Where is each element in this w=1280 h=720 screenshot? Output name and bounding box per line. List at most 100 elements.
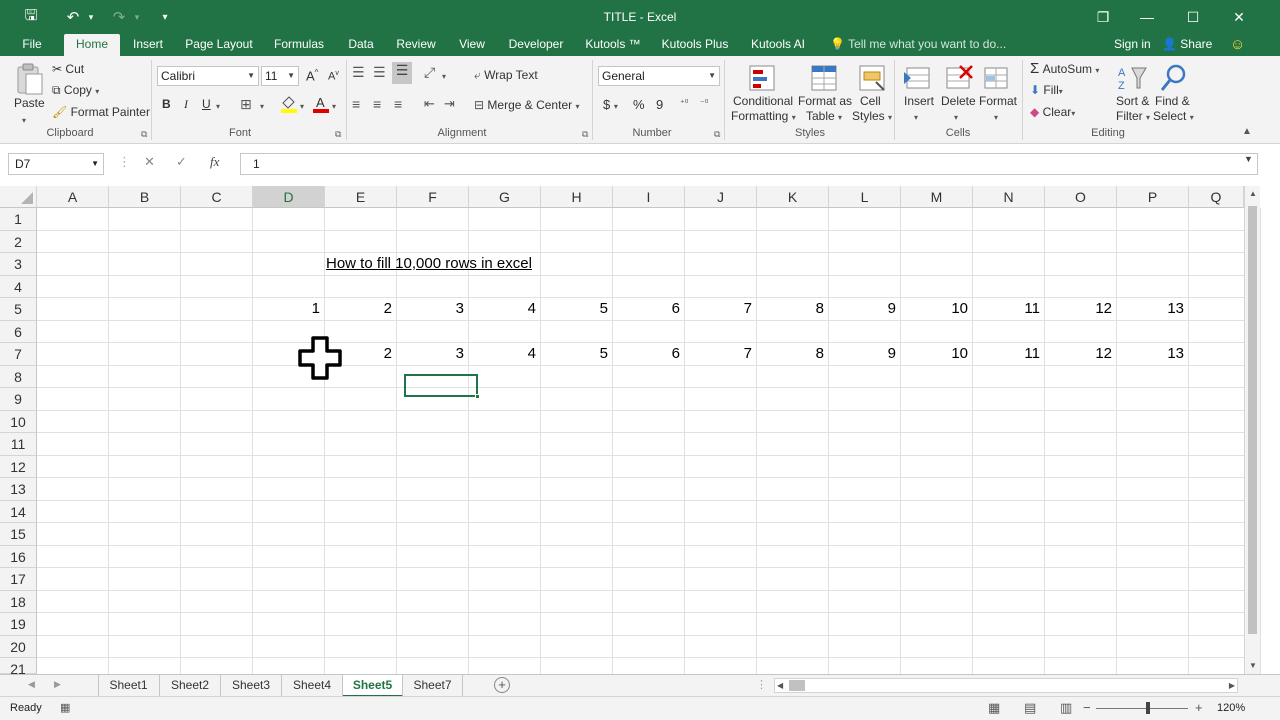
- smiley-feedback-icon[interactable]: ☺: [1230, 34, 1245, 56]
- column-header-d[interactable]: D: [253, 186, 325, 208]
- scroll-sheets-right-icon[interactable]: ▶: [54, 679, 61, 690]
- delete-cells-icon[interactable]: [942, 62, 976, 96]
- tab-insert[interactable]: Insert: [126, 34, 170, 56]
- scroll-right-icon[interactable]: ▶: [1229, 679, 1235, 692]
- row-header-3[interactable]: 3: [0, 253, 37, 276]
- name-box[interactable]: D7 ▼: [8, 153, 104, 175]
- format-as-label[interactable]: Format as: [798, 94, 852, 108]
- cell-value[interactable]: 3: [397, 298, 469, 320]
- minimize-button[interactable]: —: [1124, 0, 1170, 34]
- column-header-a[interactable]: A: [37, 186, 109, 208]
- cell-value[interactable]: 11: [973, 343, 1045, 365]
- fill-button[interactable]: ⬇ Fill▾: [1030, 83, 1063, 97]
- scroll-left-icon[interactable]: ◀: [777, 679, 783, 692]
- title-cell-text[interactable]: How to fill 10,000 rows in excel: [326, 253, 532, 275]
- row-header-5[interactable]: 5: [0, 298, 37, 321]
- row-header-12[interactable]: 12: [0, 455, 37, 478]
- tab-kutools-ai[interactable]: Kutools AI: [744, 34, 812, 56]
- zoom-slider-thumb[interactable]: [1146, 702, 1150, 714]
- vertical-scroll-thumb[interactable]: [1248, 206, 1257, 634]
- column-header-q[interactable]: Q: [1189, 186, 1244, 208]
- bold-button[interactable]: B: [162, 97, 171, 111]
- merge-center-button[interactable]: ⊟ Merge & Center ▾: [474, 98, 579, 112]
- bottom-align-icon[interactable]: ☰: [392, 62, 412, 84]
- scroll-up-icon[interactable]: ▲: [1245, 186, 1261, 202]
- italic-button[interactable]: I: [184, 97, 188, 112]
- page-break-view-icon[interactable]: ▥: [1060, 700, 1072, 716]
- cell-value[interactable]: 2: [325, 298, 397, 320]
- sheet-tab-sheet5[interactable]: Sheet5: [343, 675, 403, 697]
- cell-value[interactable]: 13: [1117, 343, 1189, 365]
- column-header-g[interactable]: G: [469, 186, 541, 208]
- zoom-out-button[interactable]: −: [1083, 700, 1091, 715]
- select-label[interactable]: Select ▾: [1153, 109, 1194, 123]
- share-button[interactable]: 👤 Share: [1162, 34, 1212, 56]
- tab-kutools[interactable]: Kutools ™: [580, 34, 646, 56]
- cell-value[interactable]: 3: [397, 343, 469, 365]
- orientation-dropdown-icon[interactable]: ▾: [442, 68, 446, 82]
- fill-color-icon[interactable]: [280, 94, 298, 114]
- formatting-label[interactable]: Formatting ▾: [731, 109, 796, 123]
- cell-value[interactable]: 6: [613, 298, 685, 320]
- tab-kutools-plus[interactable]: Kutools Plus: [658, 34, 732, 56]
- row-header-13[interactable]: 13: [0, 478, 37, 501]
- expand-formula-bar-icon[interactable]: ▼: [1244, 154, 1253, 164]
- row-header-14[interactable]: 14: [0, 500, 37, 523]
- row-header-17[interactable]: 17: [0, 568, 37, 591]
- format-label[interactable]: Format: [979, 94, 1017, 108]
- orientation-icon[interactable]: ⤢: [424, 64, 435, 81]
- sheet-tab-sheet7[interactable]: Sheet7: [403, 675, 463, 697]
- clipboard-launcher-icon[interactable]: ⧉: [141, 129, 147, 140]
- delete-dropdown-icon[interactable]: ▾: [954, 109, 958, 123]
- tab-page-layout[interactable]: Page Layout: [182, 34, 256, 56]
- underline-button[interactable]: U: [202, 97, 211, 111]
- format-cells-icon[interactable]: [980, 62, 1014, 96]
- cell-value[interactable]: 7: [685, 343, 757, 365]
- cell-styles-icon[interactable]: [856, 62, 890, 96]
- font-launcher-icon[interactable]: ⧉: [335, 129, 341, 140]
- row-header-18[interactable]: 18: [0, 590, 37, 613]
- page-layout-view-icon[interactable]: ▤: [1024, 700, 1036, 716]
- cell-styles-label[interactable]: Styles ▾: [852, 109, 892, 123]
- cell-value[interactable]: 8: [757, 343, 829, 365]
- grow-font-button[interactable]: A^: [306, 68, 318, 83]
- row-header-8[interactable]: 8: [0, 365, 37, 388]
- tab-view[interactable]: View: [452, 34, 492, 56]
- font-name-select[interactable]: Calibri ▼: [157, 66, 259, 86]
- vertical-scrollbar[interactable]: ▲ ▼: [1244, 186, 1260, 674]
- row-header-4[interactable]: 4: [0, 275, 37, 298]
- fill-handle[interactable]: [475, 394, 480, 399]
- wrap-text-button[interactable]: ⤶ Wrap Text: [474, 68, 538, 83]
- conditional-formatting-label[interactable]: Conditional: [733, 94, 793, 108]
- maximize-button[interactable]: ☐: [1170, 0, 1216, 34]
- sheet-tab-sheet2[interactable]: Sheet2: [160, 675, 221, 697]
- borders-dropdown-icon[interactable]: ▾: [260, 98, 264, 112]
- align-right-icon[interactable]: ≡: [394, 96, 402, 112]
- insert-label[interactable]: Insert: [904, 94, 934, 108]
- row-header-20[interactable]: 20: [0, 635, 37, 658]
- column-header-h[interactable]: H: [541, 186, 613, 208]
- row-header-2[interactable]: 2: [0, 230, 37, 253]
- collapse-ribbon-icon[interactable]: ▲: [1242, 126, 1252, 137]
- decrease-indent-icon[interactable]: ⇤: [424, 96, 435, 112]
- table-label[interactable]: Table ▾: [806, 109, 842, 123]
- tab-review[interactable]: Review: [392, 34, 440, 56]
- column-header-o[interactable]: O: [1045, 186, 1117, 208]
- column-header-i[interactable]: I: [613, 186, 685, 208]
- comma-format-button[interactable]: 9: [656, 97, 663, 112]
- select-all-corner[interactable]: [0, 186, 37, 208]
- row-header-11[interactable]: 11: [0, 433, 37, 456]
- top-align-icon[interactable]: ☰: [352, 64, 365, 81]
- alignment-launcher-icon[interactable]: ⧉: [582, 129, 588, 140]
- increase-indent-icon[interactable]: ⇥: [444, 96, 455, 112]
- row-header-6[interactable]: 6: [0, 320, 37, 343]
- cell-value[interactable]: 7: [685, 298, 757, 320]
- sheet-tab-sheet3[interactable]: Sheet3: [221, 675, 282, 697]
- formula-input[interactable]: 1: [240, 153, 1258, 175]
- align-left-icon[interactable]: ≡: [352, 96, 360, 112]
- scroll-sheets-left-icon[interactable]: ◀: [28, 679, 35, 690]
- row-header-16[interactable]: 16: [0, 545, 37, 568]
- horizontal-scrollbar[interactable]: ◀ ▶: [774, 678, 1238, 693]
- sort-filter-icon[interactable]: AZ: [1116, 62, 1150, 96]
- currency-format-button[interactable]: $ ▾: [603, 97, 618, 112]
